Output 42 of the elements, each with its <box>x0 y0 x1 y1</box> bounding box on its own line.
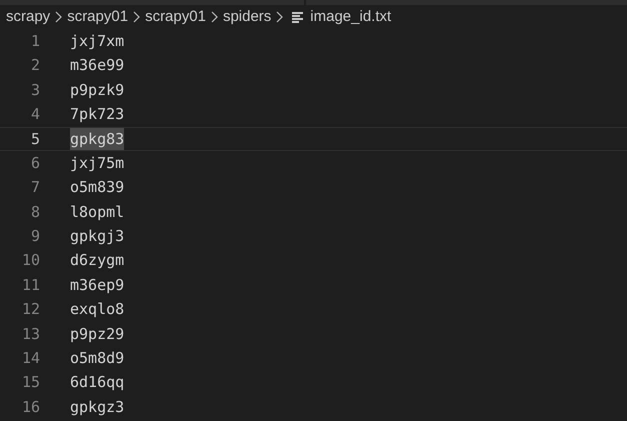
code-text: l8opml <box>70 202 124 223</box>
line-number: 3 <box>30 80 40 101</box>
line-number: 15 <box>20 372 40 394</box>
code-text: d6zygm <box>70 250 124 272</box>
code-text: m36ep9 <box>70 274 124 296</box>
line-number: 14 <box>20 348 40 370</box>
line-number: 1 <box>30 30 40 52</box>
chevron-icon <box>210 11 218 23</box>
breadcrumb-item[interactable]: spiders <box>222 6 272 28</box>
line-number: 9 <box>30 226 40 248</box>
line-number: 11 <box>20 274 40 296</box>
breadcrumb-item[interactable]: scrapy01 <box>67 6 128 28</box>
code-text: m36e99 <box>70 55 124 76</box>
line-number: 16 <box>20 396 40 418</box>
line-number: 10 <box>20 250 40 272</box>
line-number: 2 <box>30 55 40 76</box>
code-text: exqlo8 <box>70 299 124 320</box>
code-text: gpkgz3 <box>70 396 124 418</box>
line-number: 5 <box>30 128 40 150</box>
line-number: 4 <box>30 104 40 126</box>
code-text: jxj7xm <box>70 30 124 52</box>
breadcrumb-item[interactable]: scrapy <box>6 6 50 28</box>
code-text: o5m839 <box>70 177 124 198</box>
line-number: 6 <box>30 152 40 174</box>
code-text: gpkgj3 <box>70 226 124 248</box>
text-file-icon <box>292 12 304 22</box>
chevron-icon <box>276 11 284 23</box>
code-text: 6d16qq <box>70 372 124 394</box>
breadcrumb-item[interactable]: scrapy01 <box>145 6 206 28</box>
code-text: p9pz29 <box>70 324 124 345</box>
chevron-icon <box>133 11 140 23</box>
line-number: 8 <box>30 202 40 223</box>
code-text: 7pk723 <box>70 104 124 126</box>
selected-text: gpkg83 <box>70 128 124 150</box>
code-text: p9pzk9 <box>70 80 124 101</box>
breadcrumb-file[interactable]: image_id.txt <box>310 6 392 28</box>
chevron-icon <box>55 11 62 23</box>
code-text: jxj75m <box>70 152 124 174</box>
line-number: 12 <box>20 299 40 320</box>
line-number: 7 <box>30 177 40 198</box>
line-number: 13 <box>20 324 40 345</box>
code-text: o5m8d9 <box>70 348 124 370</box>
